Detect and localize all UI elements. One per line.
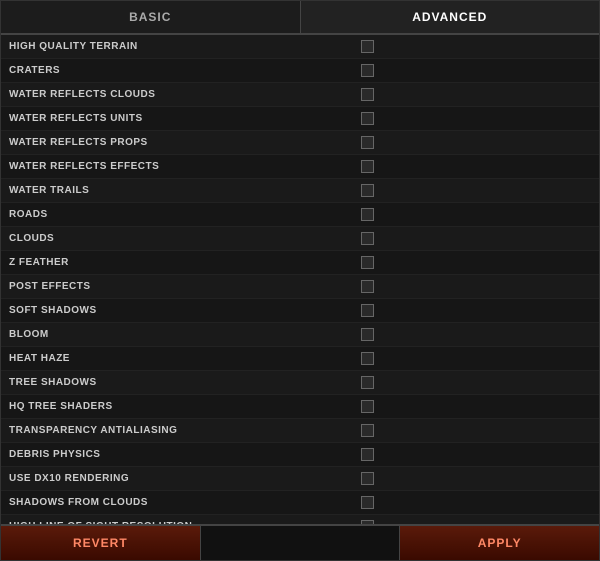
setting-row-use-dx10-rendering: USE DX10 RENDERING <box>1 467 599 491</box>
setting-checkbox-z-feather[interactable] <box>361 256 374 269</box>
setting-checkbox-water-trails[interactable] <box>361 184 374 197</box>
setting-row-high-quality-terrain: HIGH QUALITY TERRAIN <box>1 35 599 59</box>
setting-label-z-feather: Z FEATHER <box>9 257 351 268</box>
setting-label-water-reflects-units: WATER REFLECTS UNITS <box>9 113 351 124</box>
setting-row-bloom: BLOOM <box>1 323 599 347</box>
setting-checkbox-area-craters <box>351 64 591 77</box>
setting-checkbox-area-water-reflects-units <box>351 112 591 125</box>
content-area: HIGH QUALITY TERRAIN CRATERS WATER REFLECT… <box>1 35 599 524</box>
setting-label-clouds: CLOUDS <box>9 233 351 244</box>
setting-row-water-reflects-units: WATER REFLECTS UNITS <box>1 107 599 131</box>
setting-label-water-reflects-clouds: WATER REFLECTS CLOUDS <box>9 89 351 100</box>
setting-checkbox-area-water-reflects-clouds <box>351 88 591 101</box>
setting-label-bloom: BLOOM <box>9 329 351 340</box>
setting-checkbox-area-clouds <box>351 232 591 245</box>
setting-checkbox-area-roads <box>351 208 591 221</box>
settings-list: HIGH QUALITY TERRAIN CRATERS WATER REFLECT… <box>1 35 599 524</box>
setting-row-transparency-antialiasing: TRANSPARENCY ANTIALIASING <box>1 419 599 443</box>
setting-checkbox-area-post-effects <box>351 280 591 293</box>
footer: REVERT APPLY <box>1 524 599 560</box>
setting-checkbox-area-bloom <box>351 328 591 341</box>
setting-checkbox-water-reflects-units[interactable] <box>361 112 374 125</box>
setting-row-craters: CRATERS <box>1 59 599 83</box>
setting-checkbox-area-hq-tree-shaders <box>351 400 591 413</box>
setting-label-tree-shadows: TREE SHADOWS <box>9 377 351 388</box>
setting-checkbox-debris-physics[interactable] <box>361 448 374 461</box>
setting-checkbox-post-effects[interactable] <box>361 280 374 293</box>
tab-basic[interactable]: BASIC <box>1 1 301 33</box>
apply-button[interactable]: APPLY <box>400 526 599 560</box>
setting-label-transparency-antialiasing: TRANSPARENCY ANTIALIASING <box>9 425 351 436</box>
tab-advanced[interactable]: ADVANCED <box>301 1 600 33</box>
setting-row-high-line-of-sight: HIGH LINE OF SIGHT RESOLUTION <box>1 515 599 524</box>
setting-checkbox-area-tree-shadows <box>351 376 591 389</box>
setting-checkbox-area-soft-shadows <box>351 304 591 317</box>
setting-checkbox-hq-tree-shaders[interactable] <box>361 400 374 413</box>
setting-row-roads: ROADS <box>1 203 599 227</box>
setting-row-tree-shadows: TREE SHADOWS <box>1 371 599 395</box>
setting-checkbox-use-dx10-rendering[interactable] <box>361 472 374 485</box>
setting-checkbox-water-reflects-effects[interactable] <box>361 160 374 173</box>
setting-checkbox-area-water-trails <box>351 184 591 197</box>
setting-label-roads: ROADS <box>9 209 351 220</box>
setting-label-soft-shadows: SOFT SHADOWS <box>9 305 351 316</box>
setting-label-water-reflects-effects: WATER REFLECTS EFFECTS <box>9 161 351 172</box>
setting-checkbox-area-debris-physics <box>351 448 591 461</box>
settings-container: BASIC ADVANCED HIGH QUALITY TERRAIN CRATE… <box>0 0 600 561</box>
footer-spacer <box>201 526 401 560</box>
setting-checkbox-area-shadows-from-clouds <box>351 496 591 509</box>
setting-label-shadows-from-clouds: SHADOWS FROM CLOUDS <box>9 497 351 508</box>
setting-row-water-reflects-clouds: WATER REFLECTS CLOUDS <box>1 83 599 107</box>
setting-checkbox-water-reflects-props[interactable] <box>361 136 374 149</box>
setting-checkbox-area-transparency-antialiasing <box>351 424 591 437</box>
setting-label-water-trails: WATER TRAILS <box>9 185 351 196</box>
setting-checkbox-clouds[interactable] <box>361 232 374 245</box>
setting-row-hq-tree-shaders: HQ TREE SHADERS <box>1 395 599 419</box>
setting-checkbox-area-high-quality-terrain <box>351 40 591 53</box>
setting-row-z-feather: Z FEATHER <box>1 251 599 275</box>
setting-checkbox-transparency-antialiasing[interactable] <box>361 424 374 437</box>
setting-checkbox-heat-haze[interactable] <box>361 352 374 365</box>
tab-bar: BASIC ADVANCED <box>1 1 599 35</box>
setting-label-water-reflects-props: WATER REFLECTS PROPS <box>9 137 351 148</box>
setting-checkbox-bloom[interactable] <box>361 328 374 341</box>
setting-row-water-reflects-effects: WATER REFLECTS EFFECTS <box>1 155 599 179</box>
setting-row-debris-physics: DEBRIS PHYSICS <box>1 443 599 467</box>
setting-checkbox-area-use-dx10-rendering <box>351 472 591 485</box>
setting-checkbox-roads[interactable] <box>361 208 374 221</box>
setting-row-clouds: CLOUDS <box>1 227 599 251</box>
revert-button[interactable]: REVERT <box>1 526 201 560</box>
setting-row-water-reflects-props: WATER REFLECTS PROPS <box>1 131 599 155</box>
setting-checkbox-shadows-from-clouds[interactable] <box>361 496 374 509</box>
setting-row-shadows-from-clouds: SHADOWS FROM CLOUDS <box>1 491 599 515</box>
setting-checkbox-water-reflects-clouds[interactable] <box>361 88 374 101</box>
setting-label-hq-tree-shaders: HQ TREE SHADERS <box>9 401 351 412</box>
setting-checkbox-area-heat-haze <box>351 352 591 365</box>
setting-row-post-effects: POST EFFECTS <box>1 275 599 299</box>
setting-label-use-dx10-rendering: USE DX10 RENDERING <box>9 473 351 484</box>
setting-label-heat-haze: HEAT HAZE <box>9 353 351 364</box>
setting-label-post-effects: POST EFFECTS <box>9 281 351 292</box>
setting-row-water-trails: WATER TRAILS <box>1 179 599 203</box>
setting-checkbox-tree-shadows[interactable] <box>361 376 374 389</box>
setting-checkbox-area-water-reflects-effects <box>351 160 591 173</box>
setting-checkbox-soft-shadows[interactable] <box>361 304 374 317</box>
setting-checkbox-high-quality-terrain[interactable] <box>361 40 374 53</box>
setting-label-debris-physics: DEBRIS PHYSICS <box>9 449 351 460</box>
setting-row-soft-shadows: SOFT SHADOWS <box>1 299 599 323</box>
setting-row-heat-haze: HEAT HAZE <box>1 347 599 371</box>
setting-checkbox-area-z-feather <box>351 256 591 269</box>
setting-label-high-quality-terrain: HIGH QUALITY TERRAIN <box>9 41 351 52</box>
setting-checkbox-area-water-reflects-props <box>351 136 591 149</box>
setting-label-craters: CRATERS <box>9 65 351 76</box>
setting-checkbox-craters[interactable] <box>361 64 374 77</box>
